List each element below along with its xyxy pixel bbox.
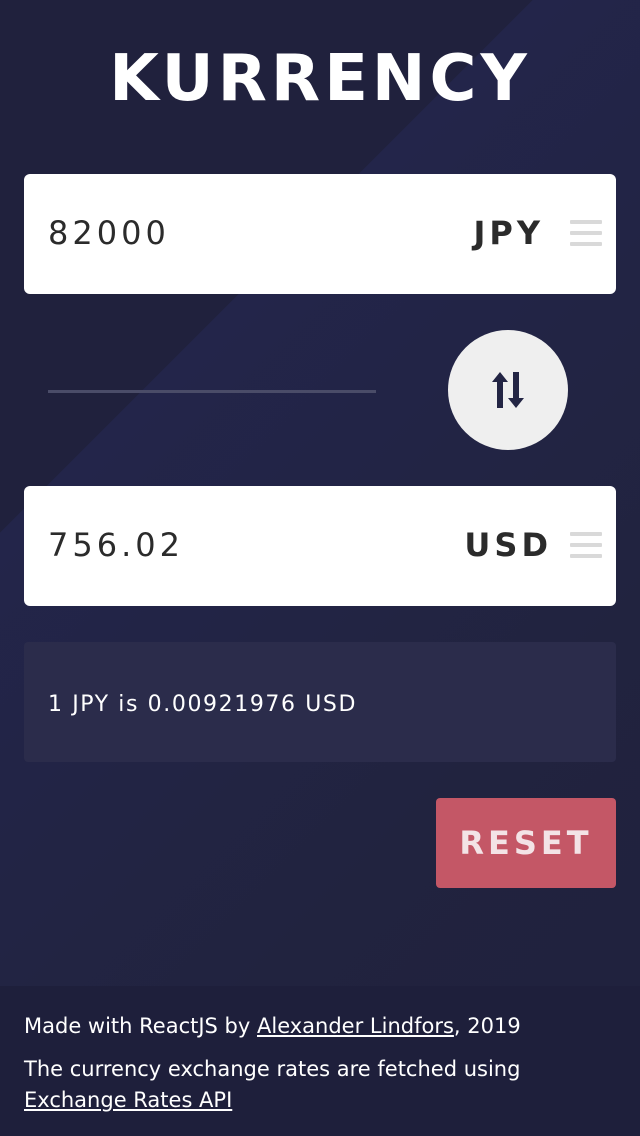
- app-title: KURRENCY: [109, 42, 531, 116]
- exchange-rate-panel: 1 JPY is 0.00921976 USD: [24, 642, 616, 762]
- to-currency-card: 756.02 USD: [24, 486, 616, 606]
- from-amount-input[interactable]: 82000: [48, 214, 170, 252]
- author-link[interactable]: Alexander Lindfors: [257, 1014, 454, 1038]
- divider: [48, 390, 376, 393]
- to-currency-code: USD: [464, 526, 552, 564]
- footer-rates-text: The currency exchange rates are fetched …: [24, 1057, 521, 1081]
- reset-button[interactable]: RESET: [436, 798, 616, 888]
- swap-vertical-icon: [492, 372, 524, 408]
- exchange-rates-api-link[interactable]: Exchange Rates API: [24, 1088, 232, 1112]
- footer-credit-prefix: Made with ReactJS by: [24, 1014, 257, 1038]
- footer-credit-suffix: , 2019: [453, 1014, 521, 1038]
- hamburger-menu-icon[interactable]: [570, 532, 602, 560]
- from-currency-card: 82000 JPY: [24, 174, 616, 294]
- exchange-rate-text: 1 JPY is 0.00921976 USD: [48, 692, 358, 717]
- hamburger-menu-icon[interactable]: [570, 220, 602, 248]
- to-amount-input[interactable]: 756.02: [48, 526, 184, 564]
- footer-credit: Made with ReactJS by Alexander Lindfors,…: [24, 1014, 521, 1038]
- footer-rates-info: The currency exchange rates are fetched …: [24, 1054, 584, 1116]
- footer: Made with ReactJS by Alexander Lindfors,…: [0, 986, 640, 1136]
- swap-button[interactable]: [448, 330, 568, 450]
- from-currency-code: JPY: [473, 214, 544, 252]
